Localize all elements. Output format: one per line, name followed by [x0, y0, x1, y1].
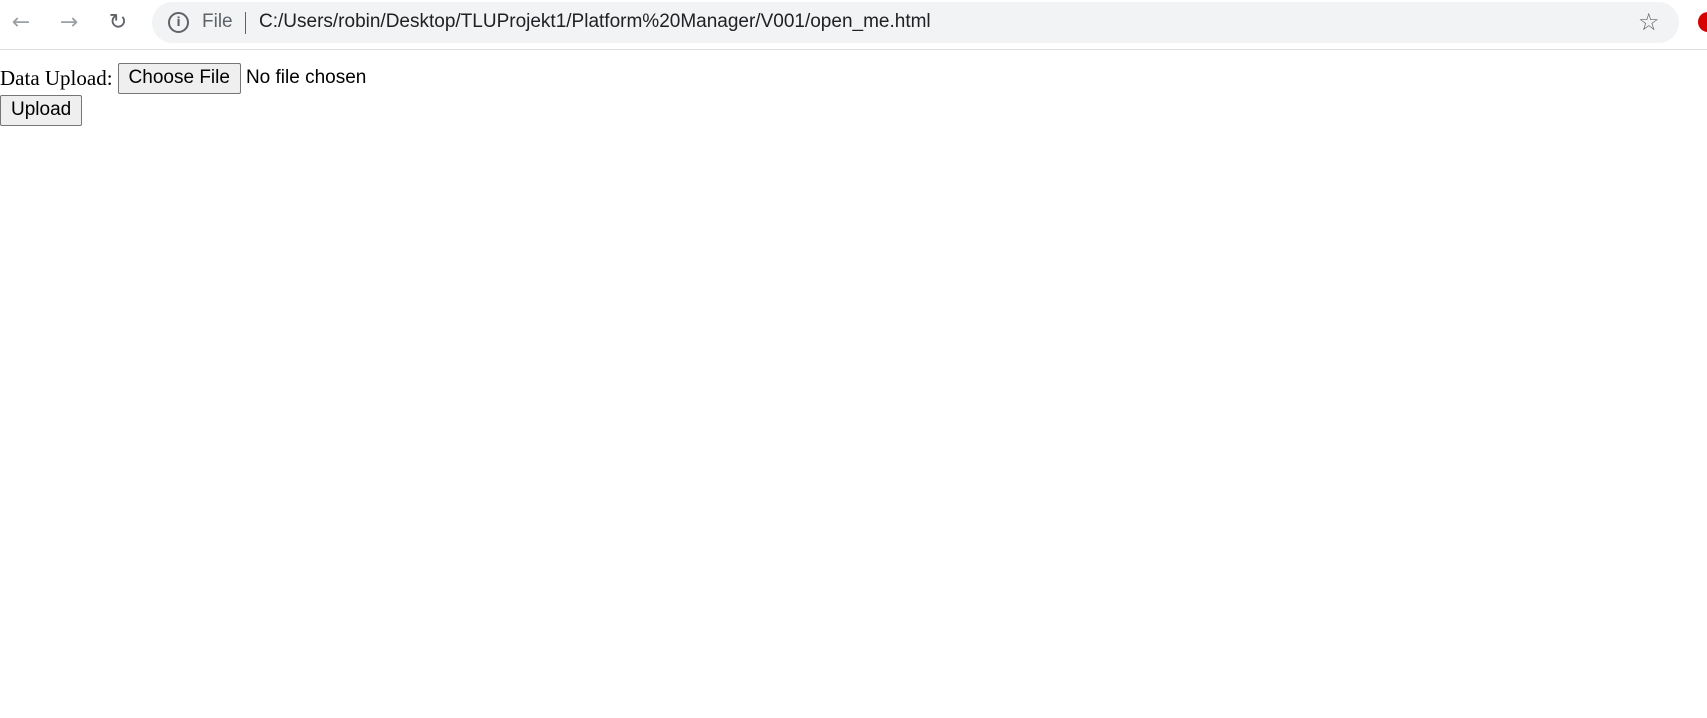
choose-file-button[interactable]: Choose File — [117, 62, 241, 94]
address-bar[interactable]: i File C:/Users/robin/Desktop/TLUProjekt… — [152, 2, 1679, 43]
data-upload-label: Data Upload: — [0, 65, 113, 90]
extension-icon[interactable] — [1698, 12, 1707, 32]
page-content: Data Upload: Choose File No file chosen … — [0, 62, 366, 126]
separator — [245, 12, 246, 34]
forward-icon[interactable]: → — [55, 9, 83, 37]
url-text[interactable]: C:/Users/robin/Desktop/TLUProjekt1/Platf… — [259, 11, 931, 33]
info-icon[interactable]: i — [168, 12, 189, 33]
upload-button[interactable]: Upload — [0, 94, 83, 126]
back-icon[interactable]: ← — [7, 9, 35, 37]
browser-toolbar: ← → ↻ i File C:/Users/robin/Desktop/TLUP… — [0, 0, 1707, 50]
file-status-text: No file chosen — [245, 67, 367, 88]
bookmark-star-icon[interactable]: ☆ — [1638, 8, 1660, 36]
scheme-label: File — [202, 11, 233, 32]
reload-icon[interactable]: ↻ — [104, 9, 132, 37]
